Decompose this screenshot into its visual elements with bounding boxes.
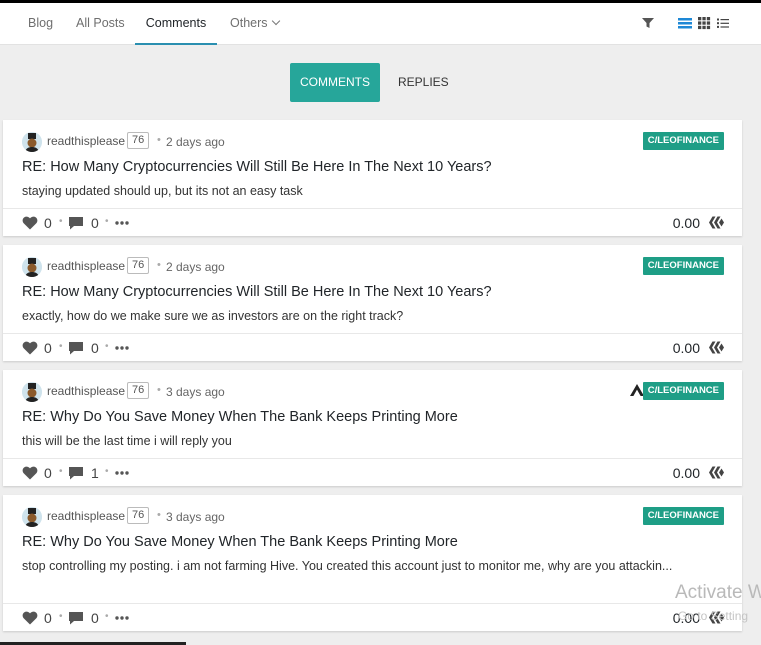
- reputation-badge: 76: [127, 132, 150, 149]
- comment-title[interactable]: RE: How Many Cryptocurrencies Will Still…: [22, 159, 492, 175]
- separator-dot: •: [105, 466, 109, 477]
- vote-count: 0: [44, 465, 52, 481]
- separator-dot: •: [105, 216, 109, 227]
- community-badge[interactable]: C/LEOFINANCE: [642, 257, 724, 275]
- payout-value[interactable]: 0.00: [673, 465, 700, 481]
- hive-icon: [709, 341, 724, 354]
- heart-icon[interactable]: [22, 215, 38, 230]
- comment-title[interactable]: RE: Why Do You Save Money When The Bank …: [22, 409, 458, 425]
- view-grid-icon[interactable]: [697, 16, 711, 30]
- timestamp[interactable]: 2 days ago: [166, 135, 225, 149]
- hive-icon: [709, 216, 724, 229]
- hive-icon: [709, 466, 724, 479]
- separator-dot: •: [105, 341, 109, 352]
- author-name[interactable]: readthisplease: [47, 384, 125, 398]
- separator-dot: •: [59, 466, 63, 477]
- comment-icon[interactable]: [68, 216, 84, 230]
- comment-snippet[interactable]: exactly, how do we make sure we as inves…: [22, 306, 702, 327]
- separator-dot: •: [59, 216, 63, 227]
- nav-others-dropdown[interactable]: Others: [230, 3, 280, 45]
- vote-count: 0: [44, 340, 52, 356]
- comment-snippet[interactable]: staying updated should up, but its not a…: [22, 181, 702, 202]
- activation-watermark: Activate W: [675, 582, 761, 603]
- comment-card: readthisplease 76 • 3 days ago C/LEOFINA…: [3, 495, 742, 631]
- author-name[interactable]: readthisplease: [47, 134, 125, 148]
- comment-icon[interactable]: [68, 341, 84, 355]
- tab-replies[interactable]: REPLIES: [385, 63, 462, 102]
- separator-dot: •: [157, 134, 161, 146]
- avatar[interactable]: [22, 382, 42, 402]
- heart-icon[interactable]: [22, 610, 38, 625]
- comment-card: readthisplease 76 • 2 days ago C/LEOFINA…: [3, 245, 742, 361]
- reply-count: 1: [91, 465, 99, 481]
- card-footer: 0 • 0 • 0.00: [3, 333, 742, 361]
- community-badge[interactable]: C/LEOFINANCE: [642, 132, 724, 150]
- vote-count: 0: [44, 215, 52, 231]
- view-list-icon[interactable]: [678, 16, 692, 30]
- separator-dot: •: [157, 509, 161, 521]
- author-name[interactable]: readthisplease: [47, 259, 125, 273]
- payout-value[interactable]: 0.00: [673, 215, 700, 231]
- comment-snippet[interactable]: stop controlling my posting. i am not fa…: [22, 556, 702, 577]
- comment-card: readthisplease 76 • 3 days ago C/LEOFINA…: [3, 370, 742, 486]
- avatar[interactable]: [22, 132, 42, 152]
- reply-count: 0: [91, 610, 99, 626]
- card-footer: 0 • 0 • 0.00: [3, 208, 742, 236]
- reply-count: 0: [91, 215, 99, 231]
- card-footer: 0 • 0 • 0.00: [3, 603, 742, 631]
- nav-others-label: Others: [230, 16, 268, 30]
- separator-dot: •: [105, 611, 109, 622]
- payout-value[interactable]: 0.00: [673, 340, 700, 356]
- comment-icon[interactable]: [68, 611, 84, 625]
- more-icon[interactable]: [115, 221, 129, 225]
- avatar[interactable]: [22, 257, 42, 277]
- separator-dot: •: [157, 259, 161, 271]
- vote-count: 0: [44, 610, 52, 626]
- more-icon[interactable]: [115, 346, 129, 350]
- separator-dot: •: [59, 611, 63, 622]
- avatar[interactable]: [22, 507, 42, 527]
- reputation-badge: 76: [127, 257, 150, 274]
- timestamp[interactable]: 2 days ago: [166, 260, 225, 274]
- view-compact-icon[interactable]: [716, 16, 730, 30]
- comment-icon[interactable]: [68, 466, 84, 480]
- comment-card: readthisplease 76 • 2 days ago C/LEOFINA…: [3, 120, 742, 236]
- community-badge[interactable]: C/LEOFINANCE: [642, 382, 724, 400]
- community-badge[interactable]: C/LEOFINANCE: [642, 507, 724, 525]
- more-icon[interactable]: [115, 616, 129, 620]
- reputation-badge: 76: [127, 507, 150, 524]
- more-icon[interactable]: [115, 471, 129, 475]
- nav-blog[interactable]: Blog: [28, 3, 53, 45]
- author-name[interactable]: readthisplease: [47, 509, 125, 523]
- filter-icon[interactable]: [641, 16, 655, 30]
- comment-snippet[interactable]: this will be the last time i will reply …: [22, 431, 702, 452]
- comment-title[interactable]: RE: How Many Cryptocurrencies Will Still…: [22, 284, 492, 300]
- timestamp[interactable]: 3 days ago: [166, 510, 225, 524]
- tab-comments[interactable]: COMMENTS: [290, 63, 380, 102]
- heart-icon[interactable]: [22, 340, 38, 355]
- separator-dot: •: [157, 384, 161, 396]
- separator-dot: •: [59, 341, 63, 352]
- chevron-down-icon: [271, 16, 280, 26]
- nav-all-posts[interactable]: All Posts: [76, 3, 125, 45]
- reply-count: 0: [91, 340, 99, 356]
- heart-icon[interactable]: [22, 465, 38, 480]
- timestamp[interactable]: 3 days ago: [166, 385, 225, 399]
- comment-title[interactable]: RE: Why Do You Save Money When The Bank …: [22, 534, 458, 550]
- top-navbar: Blog All Posts Comments Others: [0, 3, 761, 45]
- card-footer: 0 • 1 • 0.00: [3, 458, 742, 486]
- nav-comments[interactable]: Comments: [135, 3, 217, 45]
- reputation-badge: 76: [127, 382, 150, 399]
- activation-watermark-subtitle: Go to Setting: [678, 609, 749, 623]
